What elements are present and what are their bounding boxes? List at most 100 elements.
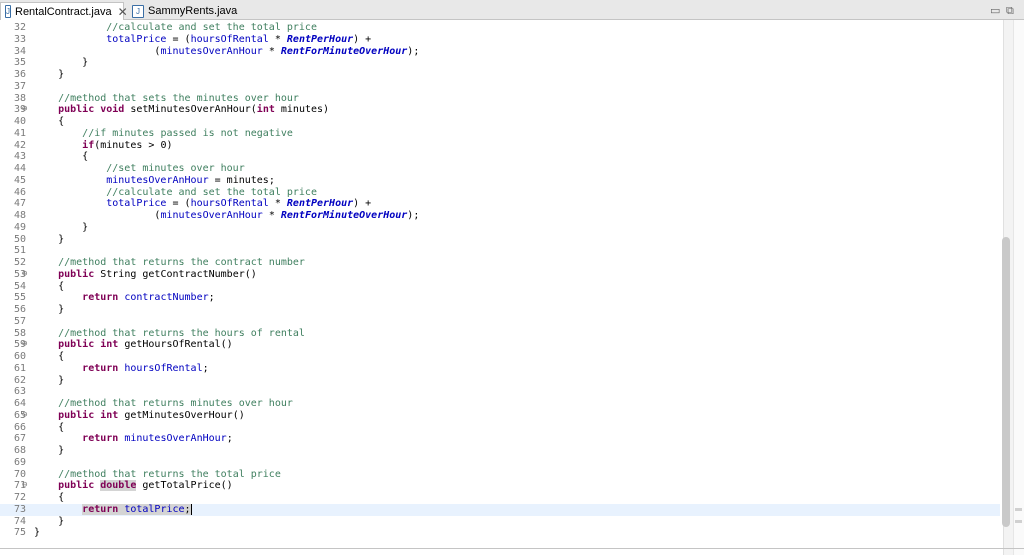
code-line[interactable]: 60 { xyxy=(0,351,1000,363)
code-line[interactable]: 57 xyxy=(0,316,1000,328)
code-token: totalPrice xyxy=(106,198,167,210)
code-line[interactable]: 46 //calculate and set the total price xyxy=(0,187,1000,199)
code-token: minutesOverAnHour xyxy=(124,433,227,445)
line-number: 60 xyxy=(13,351,26,362)
code-token: //method that returns minutes over hour xyxy=(58,398,293,409)
code-line[interactable]: 38 //method that sets the minutes over h… xyxy=(0,93,1000,105)
code-token: public xyxy=(58,268,95,280)
code-line[interactable]: 55 return contractNumber; xyxy=(0,292,1000,304)
code-line[interactable]: 58 //method that returns the hours of re… xyxy=(0,328,1000,340)
code-line[interactable]: 43 { xyxy=(0,151,1000,163)
code-token: //method that sets the minutes over hour xyxy=(58,92,299,104)
code-text: { xyxy=(34,116,64,128)
code-text: } xyxy=(34,57,88,69)
code-line[interactable]: 69 xyxy=(0,457,1000,469)
code-line[interactable]: 75} xyxy=(0,527,1000,539)
code-line[interactable]: 70 //method that returns the total price xyxy=(0,469,1000,481)
code-line[interactable]: 39 ⊖ public void setMinutesOverAnHour(int… xyxy=(0,104,1000,116)
code-line[interactable]: 56 } xyxy=(0,304,1000,316)
code-line[interactable]: 66 { xyxy=(0,422,1000,434)
code-line[interactable]: 45 minutesOverAnHour = minutes; xyxy=(0,175,1000,187)
fold-toggle-icon[interactable]: ⊖ xyxy=(22,480,27,492)
tab-sammyrents[interactable]: J SammyRents.java xyxy=(128,2,238,20)
code-text: //calculate and set the total price xyxy=(34,22,317,34)
fold-toggle-icon[interactable]: ⊖ xyxy=(22,269,27,281)
code-line[interactable]: 50 } xyxy=(0,234,1000,246)
code-line[interactable]: 41 //if minutes passed is not negative xyxy=(0,128,1000,140)
code-text: { xyxy=(34,151,88,163)
current-code-line[interactable]: 73 return totalPrice; xyxy=(0,503,1000,516)
overview-marker[interactable] xyxy=(1015,508,1022,511)
code-line[interactable]: 48 (minutesOverAnHour * RentForMinuteOve… xyxy=(0,210,1000,222)
line-number: 56 xyxy=(13,304,26,315)
code-line[interactable]: 68 } xyxy=(0,445,1000,457)
code-text: (minutesOverAnHour * RentForMinuteOverHo… xyxy=(34,46,419,58)
code-line[interactable]: 74 } xyxy=(0,516,1000,528)
code-token: ( xyxy=(34,45,161,57)
code-line[interactable]: 44 //set minutes over hour xyxy=(0,163,1000,175)
code-line[interactable]: 52 //method that returns the contract nu… xyxy=(0,257,1000,269)
scrollbar-thumb[interactable] xyxy=(1002,237,1010,527)
code-token: minutesOverAnHour xyxy=(106,174,209,186)
code-token: public xyxy=(58,480,95,492)
line-number: 72 xyxy=(13,492,26,503)
code-text: } xyxy=(34,445,64,457)
tab-rentalcontract[interactable]: J RentalContract.java ✕ xyxy=(0,2,128,20)
code-line[interactable]: 65 ⊖ public int getMinutesOverHour() xyxy=(0,410,1000,422)
line-number: 75 xyxy=(13,527,26,539)
code-line[interactable]: 34 (minutesOverAnHour * RentForMinuteOve… xyxy=(0,46,1000,58)
code-line[interactable]: 51 xyxy=(0,245,1000,257)
code-token: ) + xyxy=(353,198,372,210)
code-line[interactable]: 32 //calculate and set the total price xyxy=(0,22,1000,34)
code-line[interactable]: 59 ⊖ public int getHoursOfRental() xyxy=(0,339,1000,351)
code-token: (minutes > 0) xyxy=(94,139,173,151)
code-line[interactable]: 63 xyxy=(0,386,1000,398)
code-line[interactable]: 47 totalPrice = (hoursOfRental * RentPer… xyxy=(0,198,1000,210)
code-line[interactable]: 64 //method that returns minutes over ho… xyxy=(0,398,1000,410)
code-line[interactable]: 53 ⊖ public String getContractNumber() xyxy=(0,269,1000,281)
code-line[interactable]: 36 } xyxy=(0,69,1000,81)
fold-toggle-icon[interactable]: ⊖ xyxy=(22,339,27,351)
code-text: (minutesOverAnHour * RentForMinuteOverHo… xyxy=(34,210,419,222)
overview-ruler[interactable] xyxy=(1013,20,1024,555)
code-line[interactable]: 35 } xyxy=(0,57,1000,69)
code-token: return xyxy=(82,362,119,374)
code-token: ); xyxy=(407,210,420,221)
maximize-icon[interactable]: ⧉ xyxy=(1006,4,1014,18)
code-line[interactable]: 49 } xyxy=(0,222,1000,234)
code-text: //method that returns the contract numbe… xyxy=(34,257,305,269)
line-number: 74 xyxy=(13,515,26,527)
code-line[interactable]: 37 xyxy=(0,81,1000,93)
code-line[interactable]: 54 { xyxy=(0,281,1000,293)
code-editor[interactable]: 32 //calculate and set the total price 33… xyxy=(0,20,1024,555)
code-line[interactable]: 71 ⊖ public double getTotalPrice() xyxy=(0,480,1000,492)
line-number: 51 xyxy=(13,245,26,257)
code-text: } xyxy=(34,527,40,539)
code-text: return minutesOverAnHour; xyxy=(34,433,233,445)
code-line[interactable]: 40 { xyxy=(0,116,1000,128)
code-line[interactable]: 61 return hoursOfRental; xyxy=(0,363,1000,375)
code-token: ; xyxy=(226,433,233,445)
code-text: } xyxy=(34,304,64,316)
java-file-icon: J xyxy=(132,4,144,18)
tab-label: RentalContract.java xyxy=(15,5,112,18)
code-line[interactable]: 62 } xyxy=(0,375,1000,387)
fold-toggle-icon[interactable]: ⊖ xyxy=(22,104,27,116)
code-line[interactable]: 67 return minutesOverAnHour; xyxy=(0,433,1000,445)
close-tab-icon[interactable]: ✕ xyxy=(118,5,128,19)
overview-marker[interactable] xyxy=(1015,520,1022,523)
code-line[interactable]: 42 if(minutes > 0) xyxy=(0,140,1000,152)
line-number: 38 xyxy=(13,92,26,104)
code-line[interactable]: 33 totalPrice = (hoursOfRental * RentPer… xyxy=(0,34,1000,46)
minimize-icon[interactable]: ▭ xyxy=(990,4,1000,17)
code-text: public int getHoursOfRental() xyxy=(34,339,233,351)
code-line[interactable]: 72 { xyxy=(0,492,1000,504)
fold-toggle-icon[interactable]: ⊖ xyxy=(22,410,27,422)
code-token: ; xyxy=(208,292,215,304)
